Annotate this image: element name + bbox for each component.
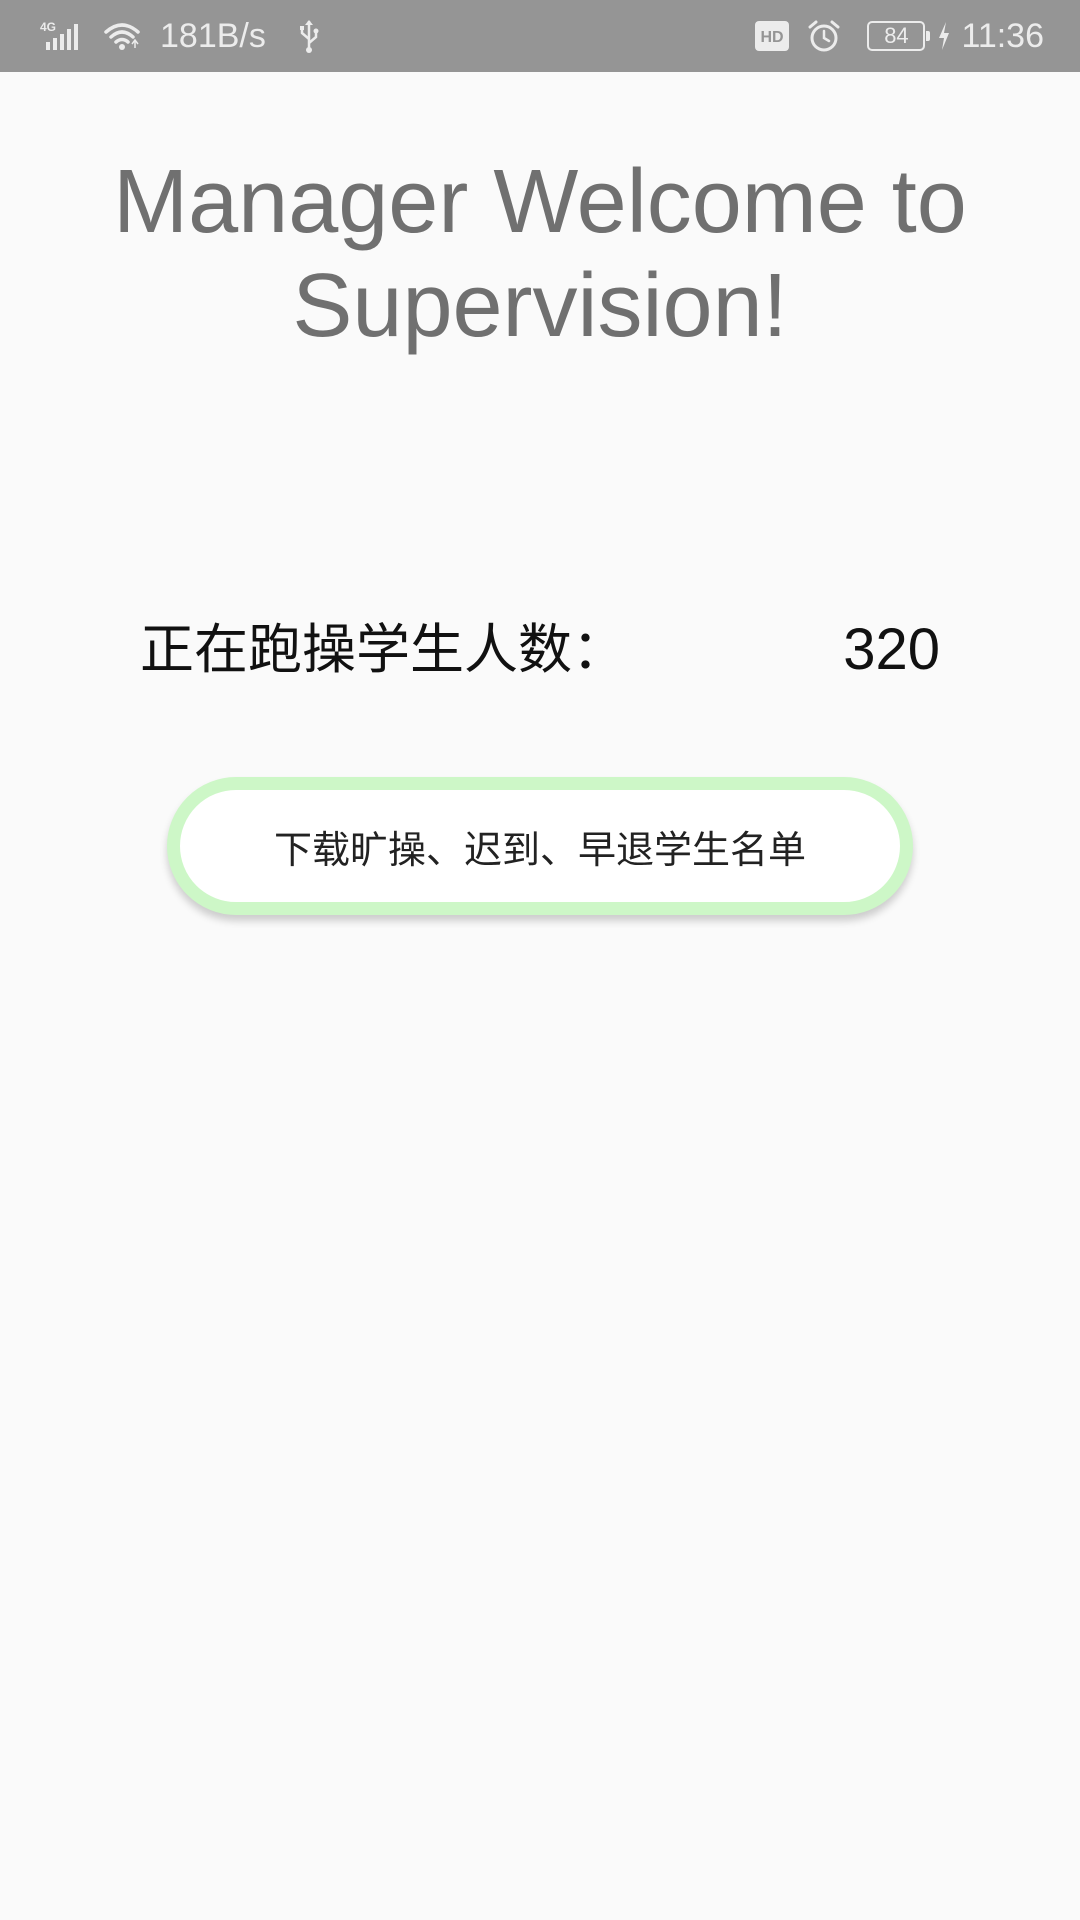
battery-level: 84: [884, 23, 909, 48]
clock: 11:36: [961, 17, 1044, 55]
status-bar-right: HD 84 11:36: [755, 19, 1044, 53]
wifi-icon: [102, 20, 142, 52]
running-count-label: 正在跑操学生人数：: [140, 618, 626, 681]
network-speed: 181B/s: [160, 17, 266, 55]
network-type-label: 4G: [40, 20, 56, 34]
battery-icon: 84: [867, 21, 931, 51]
status-bar: 4G 181B/s HD 84 11:36: [0, 0, 1080, 72]
hd-label: HD: [761, 29, 784, 46]
hd-icon: HD: [755, 21, 790, 51]
download-list-button-label: 下载旷操、迟到、早退学生名单: [273, 827, 806, 872]
running-count-value: 320: [843, 617, 940, 682]
signal-icon: 4G: [40, 20, 84, 52]
alarm-icon: [807, 19, 841, 53]
status-bar-left: 4G 181B/s: [40, 19, 320, 53]
usb-icon: [298, 19, 320, 53]
page-title: Manager Welcome to Supervision!: [113, 152, 967, 356]
running-count-row: 正在跑操学生人数： 320: [140, 610, 940, 690]
download-list-button[interactable]: 下载旷操、迟到、早退学生名单: [167, 777, 913, 915]
charging-icon: [937, 21, 951, 51]
